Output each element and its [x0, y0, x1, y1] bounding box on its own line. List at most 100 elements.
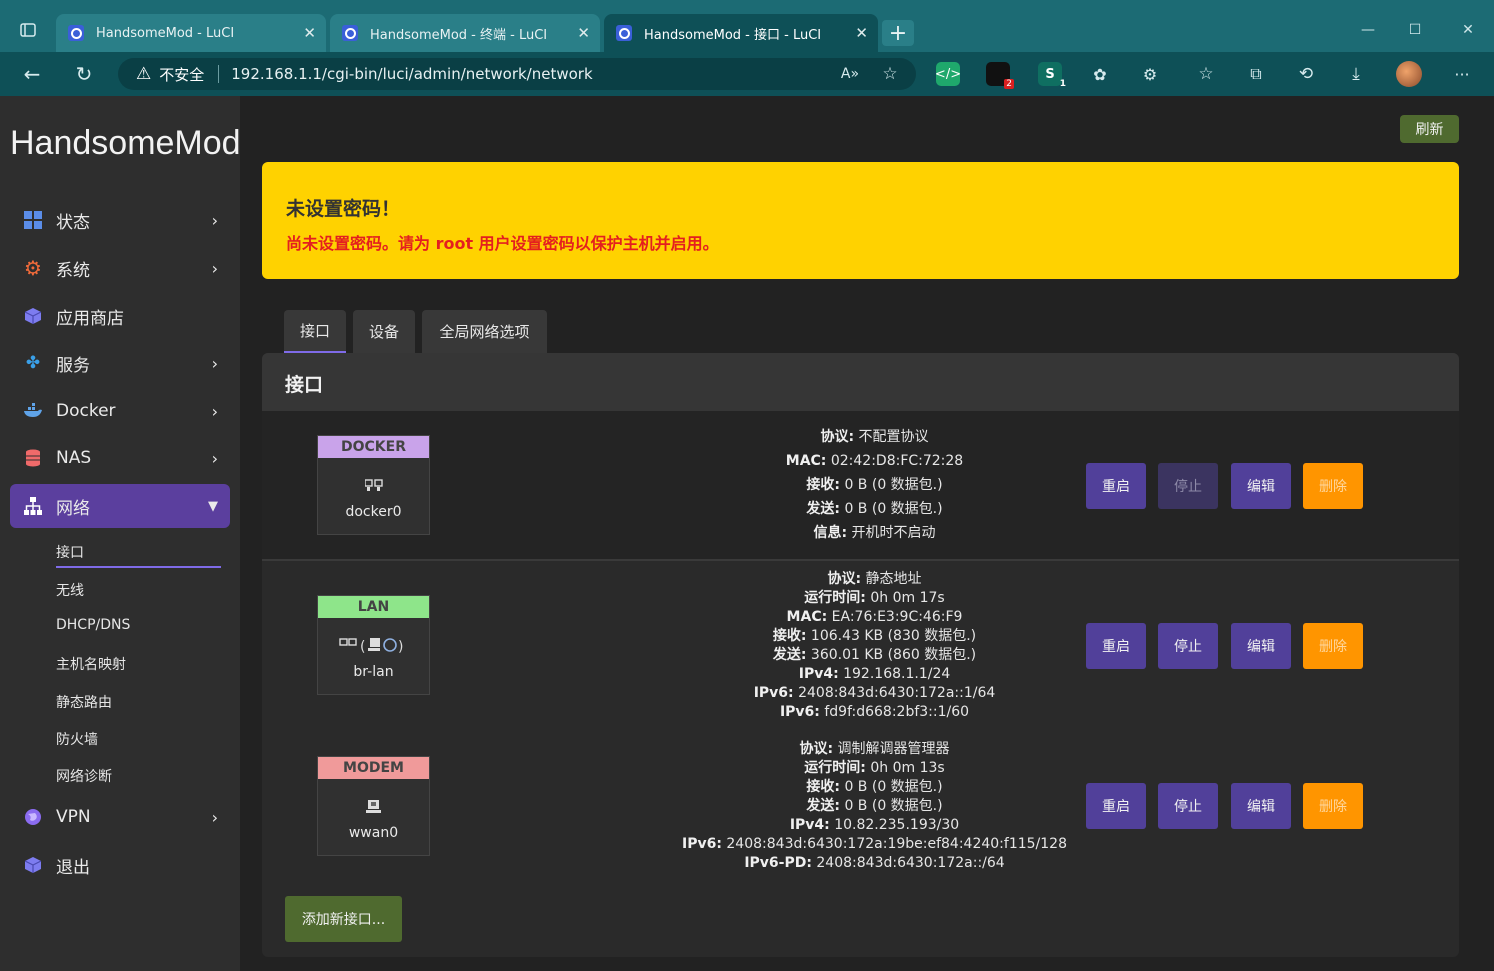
close-icon[interactable]: ✕: [303, 24, 316, 42]
sidebar-item-services[interactable]: ✤ 服务 ›: [10, 341, 230, 385]
svg-text:): ): [398, 639, 403, 655]
sidebar-item-docker[interactable]: Docker ›: [10, 389, 230, 433]
collections-icon[interactable]: ⧉: [1242, 60, 1270, 88]
alert-title: 未设置密码！: [286, 198, 401, 220]
extension-code-icon[interactable]: </>: [935, 62, 961, 86]
chevron-right-icon: ›: [211, 401, 218, 421]
sidebar-item-label: VPN: [56, 807, 91, 827]
sidebar-item-label: NAS: [56, 448, 92, 468]
tab-interfaces[interactable]: 接口: [284, 310, 346, 353]
extension-badge-icon[interactable]: 2: [986, 62, 1014, 89]
interface-badge-docker: DOCKER docker0: [317, 435, 430, 535]
interface-badge-modem: MODEM wwan0: [317, 756, 430, 856]
puzzle-icon: ✤: [25, 353, 41, 373]
close-icon[interactable]: ✕: [577, 24, 590, 42]
url-field[interactable]: ⚠ 不安全 192.168.1.1/cgi-bin/luci/admin/net…: [118, 58, 916, 90]
ethernet-icon: [318, 472, 429, 500]
sidebar-item-nas[interactable]: NAS ›: [10, 436, 230, 480]
delete-button[interactable]: 删除: [1303, 463, 1363, 509]
brand-logo[interactable]: HandsomeMod: [10, 124, 240, 163]
info-line: 运行时间: 0h 0m 17s: [804, 590, 945, 606]
browser-tab-bar: HandsomeMod - LuCI ✕ HandsomeMod - 终端 - …: [0, 0, 1494, 52]
edit-button[interactable]: 编辑: [1231, 623, 1291, 669]
url-text[interactable]: 192.168.1.1/cgi-bin/luci/admin/network/n…: [231, 65, 592, 83]
reload-icon[interactable]: ↻: [70, 60, 98, 88]
tab-title: HandsomeMod - 接口 - LuCI: [644, 27, 822, 43]
restart-button[interactable]: 重启: [1086, 623, 1146, 669]
chevron-right-icon: ›: [211, 807, 218, 827]
interface-name: LAN: [318, 596, 429, 618]
history-icon[interactable]: ⟲: [1292, 60, 1320, 88]
browser-tab-2[interactable]: HandsomeMod - 终端 - LuCI ✕: [330, 14, 600, 52]
browser-tab-1[interactable]: HandsomeMod - LuCI ✕: [56, 14, 326, 52]
modem-icon: [318, 793, 429, 821]
sidebar-item-vpn[interactable]: VPN ›: [10, 795, 230, 839]
tab-devices[interactable]: 设备: [353, 310, 415, 353]
interface-name: MODEM: [318, 757, 429, 779]
sidebar-subitem-firewall[interactable]: 防火墙: [56, 729, 98, 749]
info-line: 协议: 静态地址: [827, 571, 922, 587]
sidebar-subitem-interfaces[interactable]: 接口: [56, 542, 84, 562]
sidebar-subitem-wireless[interactable]: 无线: [56, 580, 84, 600]
delete-button[interactable]: 删除: [1303, 623, 1363, 669]
minimize-icon[interactable]: —: [1350, 16, 1386, 44]
sidebar-item-logout[interactable]: 退出: [10, 843, 230, 887]
edit-button[interactable]: 编辑: [1231, 783, 1291, 829]
box-icon: [22, 305, 44, 327]
chevron-right-icon: ›: [211, 210, 218, 230]
dashboard-icon: [22, 209, 44, 231]
stop-button[interactable]: 停止: [1158, 623, 1218, 669]
tab-actions-icon[interactable]: [10, 16, 46, 44]
interface-device: docker0: [345, 504, 402, 520]
luci-favicon-icon: [616, 25, 632, 41]
sidebar-item-system[interactable]: ⚙ 系统 ›: [10, 246, 230, 290]
read-aloud-icon[interactable]: A»: [836, 60, 864, 88]
more-icon[interactable]: ···: [1448, 60, 1476, 88]
info-line: IPv6: 2408:843d:6430:172a:19be:ef84:4240…: [682, 836, 1067, 852]
interface-device: br-lan: [353, 664, 394, 680]
restart-button[interactable]: 重启: [1086, 463, 1146, 509]
restart-button[interactable]: 重启: [1086, 783, 1146, 829]
info-line: 运行时间: 0h 0m 13s: [804, 760, 945, 776]
database-icon: [22, 447, 44, 469]
add-interface-button[interactable]: 添加新接口...: [285, 896, 402, 942]
sidebar-subitem-diagnostics[interactable]: 网络诊断: [56, 766, 112, 786]
sidebar-item-label: 状态: [56, 212, 90, 233]
sidebar-subitem-dhcp-dns[interactable]: DHCP/DNS: [56, 617, 130, 633]
back-icon[interactable]: ←: [18, 60, 46, 88]
avatar[interactable]: [1396, 61, 1422, 87]
new-tab-button[interactable]: +: [882, 20, 914, 46]
sidebar-subitem-hostnames[interactable]: 主机名映射: [56, 654, 126, 674]
sidebar-item-app-store[interactable]: 应用商店: [10, 294, 230, 338]
chevron-right-icon: ›: [211, 258, 218, 278]
luci-favicon-icon: [68, 25, 84, 41]
window-close-icon[interactable]: ✕: [1450, 16, 1486, 44]
favorites-icon[interactable]: ☆: [1192, 60, 1220, 88]
sidebar-subitem-static-routes[interactable]: 静态路由: [56, 692, 112, 712]
browser-tab-3[interactable]: HandsomeMod - 接口 - LuCI ✕: [604, 14, 878, 52]
favorite-add-icon[interactable]: ☆: [876, 60, 904, 88]
tab-title: HandsomeMod - LuCI: [96, 25, 235, 41]
sidebar-item-label: 系统: [56, 260, 90, 281]
active-indicator: [56, 566, 221, 568]
chevron-down-icon: ▼: [208, 498, 218, 514]
insecure-label[interactable]: 不安全: [159, 64, 204, 85]
extension-s-icon[interactable]: S 1: [1038, 62, 1066, 89]
stop-button[interactable]: 停止: [1158, 783, 1218, 829]
download-icon[interactable]: ⤓: [1342, 60, 1370, 88]
delete-button[interactable]: 删除: [1303, 783, 1363, 829]
sidebar-item-network[interactable]: 网络 ▼: [10, 484, 230, 528]
extension-paw-icon[interactable]: ✿: [1086, 60, 1114, 88]
interface-device: wwan0: [348, 825, 399, 841]
refresh-button[interactable]: 刷新: [1400, 115, 1459, 143]
sidebar-item-label: Docker: [56, 401, 116, 421]
maximize-icon[interactable]: ☐: [1397, 16, 1433, 44]
tab-global-options[interactable]: 全局网络选项: [422, 310, 547, 353]
sidebar-item-status[interactable]: 状态 ›: [10, 198, 230, 242]
close-icon[interactable]: ✕: [855, 24, 868, 42]
extensions-icon[interactable]: ⚙: [1136, 60, 1164, 88]
svg-text:(: (: [360, 639, 365, 655]
sidebar-item-label: 应用商店: [56, 308, 124, 329]
edit-button[interactable]: 编辑: [1231, 463, 1291, 509]
sidebar-item-label: 退出: [56, 857, 90, 878]
